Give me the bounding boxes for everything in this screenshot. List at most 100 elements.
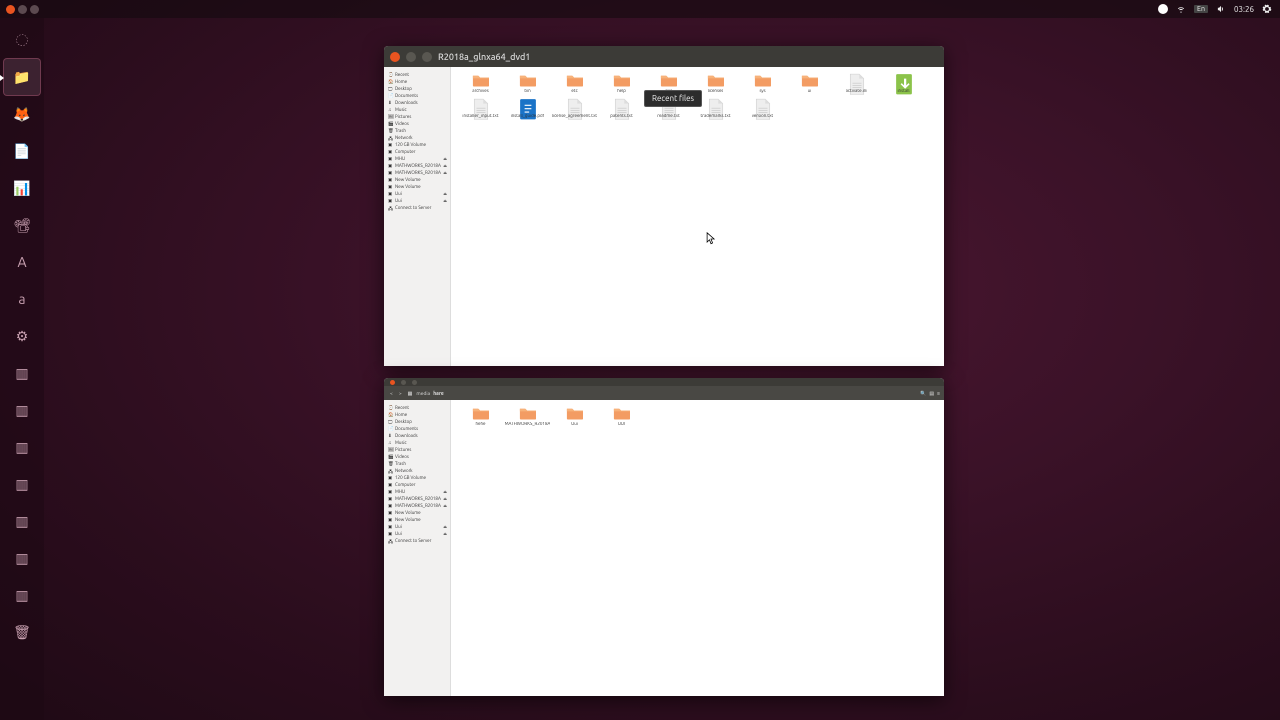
launcher-drive5[interactable]: ▥ <box>4 503 40 539</box>
sidebar-item[interactable]: ⌚Recent <box>386 71 448 78</box>
gear-icon[interactable] <box>1262 4 1272 14</box>
file-grid[interactable]: archivesbinetchelpjavalicensessysuiactiv… <box>451 67 944 366</box>
sidebar-item[interactable]: 🖵Desktop <box>386 85 448 92</box>
file-item[interactable]: archives <box>457 71 504 96</box>
sidebar-item[interactable]: ▣MATHWORKS_R2018A⏏ <box>386 502 448 509</box>
sidebar-item[interactable]: ▣MATHWORKS_R2018A⏏ <box>386 162 448 169</box>
sidebar-item[interactable]: ▣MATHWORKS_R2018A⏏ <box>386 169 448 176</box>
sidebar-item[interactable]: 🖧Network <box>386 467 448 474</box>
file-grid[interactable]: heheMATHWORKS_R2018AUuiUUI <box>451 400 944 696</box>
launcher-amazon[interactable]: a <box>4 281 40 317</box>
close-icon[interactable] <box>6 5 15 14</box>
launcher-drive4[interactable]: ▥ <box>4 466 40 502</box>
volume-icon[interactable] <box>1216 4 1226 14</box>
close-icon[interactable] <box>390 52 400 62</box>
launcher-software[interactable]: A <box>4 244 40 280</box>
sidebar-item[interactable]: ▣Uui⏏ <box>386 530 448 537</box>
file-item[interactable]: help <box>598 71 645 96</box>
maximize-icon[interactable] <box>30 5 39 14</box>
file-item[interactable]: install_guide.pdf <box>504 96 551 121</box>
sidebar-item[interactable]: 🖼Pictures <box>386 446 448 453</box>
sidebar-item[interactable]: ▣MHU⏏ <box>386 488 448 495</box>
file-item[interactable]: version.txt <box>739 96 786 121</box>
maximize-icon[interactable] <box>422 52 432 62</box>
sidebar-item[interactable]: ▣MHU⏏ <box>386 155 448 162</box>
sidebar-item[interactable]: 📄Documents <box>386 425 448 432</box>
launcher-calc[interactable]: 📊 <box>4 170 40 206</box>
launcher-dash[interactable]: ◌ <box>4 22 40 58</box>
sidebar-item[interactable]: 🎬Videos <box>386 453 448 460</box>
file-item[interactable]: install <box>880 71 927 96</box>
launcher-settings[interactable]: ⚙ <box>4 318 40 354</box>
sidebar-item[interactable]: ▣New Volume <box>386 176 448 183</box>
titlebar[interactable]: R2018a_glnxa64_dvd1 <box>384 46 944 67</box>
indicator-icon[interactable] <box>1158 4 1168 14</box>
sidebar-item[interactable]: 🖧Connect to Server <box>386 537 448 544</box>
launcher-writer[interactable]: 📄 <box>4 133 40 169</box>
grid-view-icon[interactable]: ▦ <box>408 390 413 397</box>
file-item[interactable]: ui <box>786 71 833 96</box>
close-icon[interactable] <box>390 380 395 385</box>
launcher-drive3[interactable]: ▥ <box>4 429 40 465</box>
launcher-files[interactable]: 📁 <box>4 59 40 95</box>
sidebar-item[interactable]: ▣New Volume <box>386 509 448 516</box>
launcher-drive7[interactable]: ▥ <box>4 577 40 613</box>
titlebar[interactable] <box>384 378 944 386</box>
launcher-impress[interactable]: 📽 <box>4 207 40 243</box>
file-item[interactable]: license_agreement.txt <box>551 96 598 121</box>
file-item[interactable]: UUI <box>598 404 645 429</box>
launcher-drive2[interactable]: ▥ <box>4 392 40 428</box>
launcher-firefox[interactable]: 🦊 <box>4 96 40 132</box>
launcher-trash[interactable]: 🗑 <box>4 614 40 650</box>
sidebar-item[interactable]: ⬇Downloads <box>386 432 448 439</box>
menu-icon[interactable]: ≡ <box>937 390 940 397</box>
sidebar-item[interactable]: 🖵Desktop <box>386 418 448 425</box>
sidebar-item[interactable]: 🏠Home <box>386 78 448 85</box>
minimize-icon[interactable] <box>401 380 406 385</box>
sidebar-item[interactable]: ▣Uui⏏ <box>386 523 448 530</box>
view-icon[interactable]: ▤ <box>929 390 934 397</box>
sidebar-item[interactable]: 🖧Connect to Server <box>386 204 448 211</box>
breadcrumb-segment[interactable]: media <box>416 390 430 396</box>
launcher-drive6[interactable]: ▥ <box>4 540 40 576</box>
sidebar-item[interactable]: 🎬Videos <box>386 120 448 127</box>
file-item[interactable]: Uui <box>551 404 598 429</box>
sidebar-item[interactable]: 🏠Home <box>386 411 448 418</box>
sidebar-item[interactable]: 🗑Trash <box>386 460 448 467</box>
file-item[interactable]: activate.ini <box>833 71 880 96</box>
sidebar-item[interactable]: ▣New Volume <box>386 183 448 190</box>
search-icon[interactable]: 🔍 <box>920 390 926 397</box>
sidebar-item[interactable]: 🖧Network <box>386 134 448 141</box>
sidebar-item[interactable]: ▣Computer <box>386 481 448 488</box>
file-item[interactable]: etc <box>551 71 598 96</box>
sidebar-item[interactable]: 🗑Trash <box>386 127 448 134</box>
minimize-icon[interactable] <box>18 5 27 14</box>
sidebar-item[interactable]: ▣120 GB Volume <box>386 141 448 148</box>
sidebar-item[interactable]: ♫Music <box>386 439 448 446</box>
file-item[interactable]: installer_input.txt <box>457 96 504 121</box>
minimize-icon[interactable] <box>406 52 416 62</box>
file-item[interactable]: MATHWORKS_R2018A <box>504 404 551 429</box>
sidebar-item[interactable]: ▣Uui⏏ <box>386 197 448 204</box>
back-button[interactable]: < <box>388 390 395 396</box>
sidebar-item[interactable]: ♫Music <box>386 106 448 113</box>
sidebar-item[interactable]: 📄Documents <box>386 92 448 99</box>
sidebar-item[interactable]: ▣MATHWORKS_R2018A⏏ <box>386 495 448 502</box>
clock[interactable]: 03:26 <box>1234 5 1254 14</box>
sidebar-item[interactable]: ▣New Volume <box>386 516 448 523</box>
sidebar-item[interactable]: ▣Computer <box>386 148 448 155</box>
sidebar-item[interactable]: ⌚Recent <box>386 404 448 411</box>
launcher-drive1[interactable]: ▥ <box>4 355 40 391</box>
forward-button[interactable]: > <box>397 390 404 396</box>
file-item[interactable]: bin <box>504 71 551 96</box>
file-item[interactable]: patents.txt <box>598 96 645 121</box>
sidebar-item[interactable]: ▣Uui⏏ <box>386 190 448 197</box>
sidebar-item[interactable]: ⬇Downloads <box>386 99 448 106</box>
maximize-icon[interactable] <box>412 380 417 385</box>
wifi-icon[interactable] <box>1176 4 1186 14</box>
file-item[interactable]: hehe <box>457 404 504 429</box>
breadcrumb-segment[interactable]: hare <box>433 390 444 396</box>
sidebar-item[interactable]: ▣120 GB Volume <box>386 474 448 481</box>
sidebar-item[interactable]: 🖼Pictures <box>386 113 448 120</box>
language-indicator[interactable]: En <box>1194 5 1208 13</box>
